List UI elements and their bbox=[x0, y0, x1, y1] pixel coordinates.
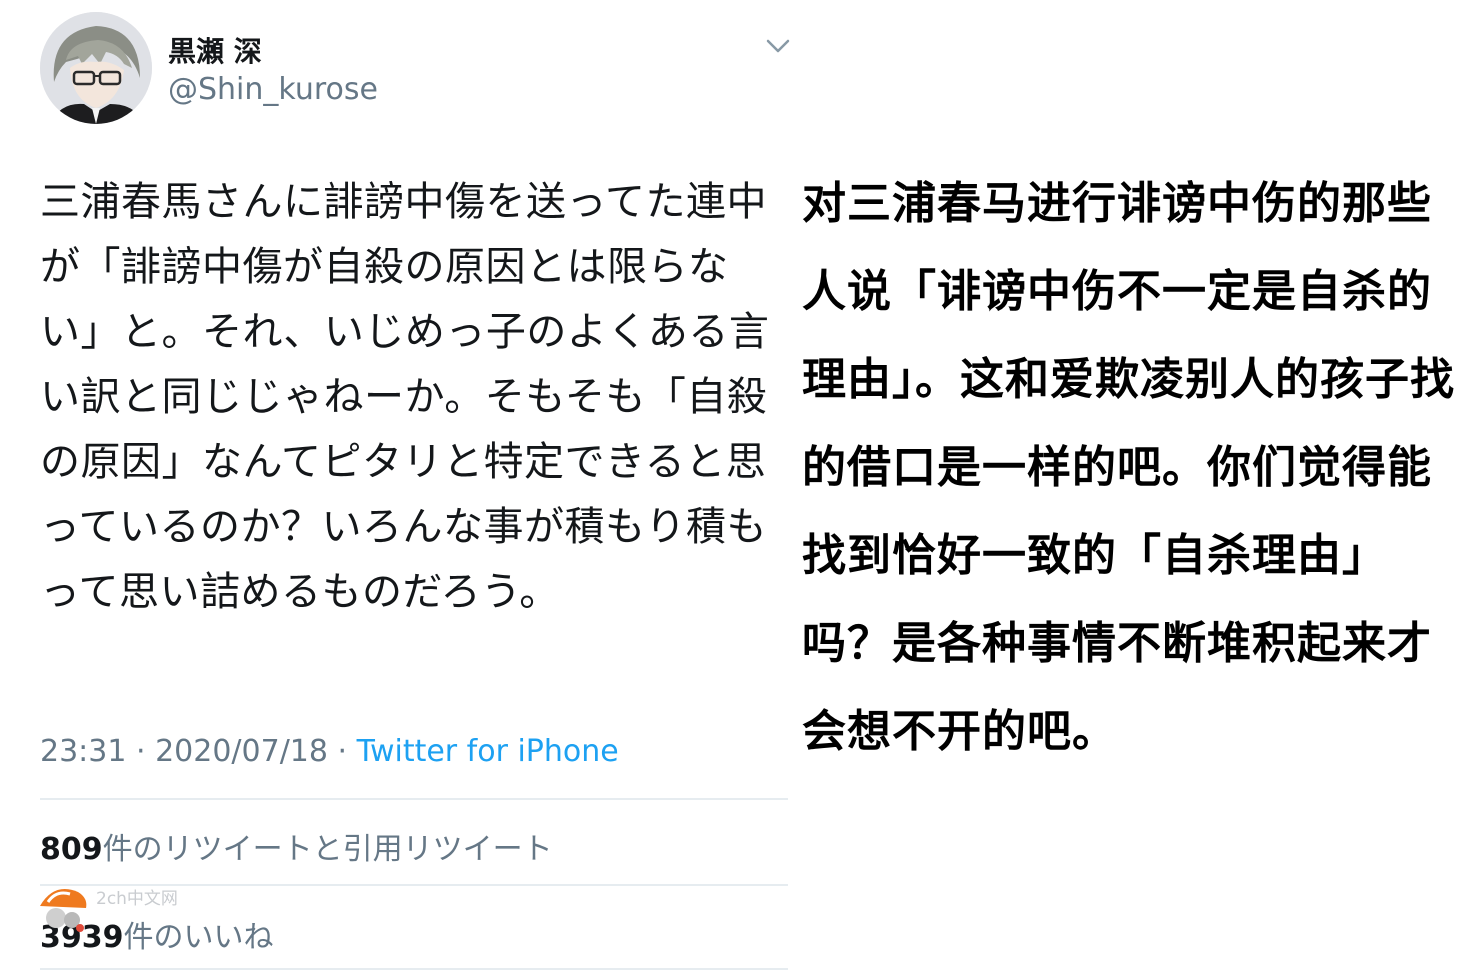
tweet-source-link[interactable]: Twitter for iPhone bbox=[357, 734, 619, 769]
retweet-stat[interactable]: 809件のリツイートと引用リツイート bbox=[40, 824, 553, 868]
like-stat[interactable]: 3939件のいいね bbox=[40, 912, 274, 956]
divider bbox=[40, 968, 788, 970]
user-handle[interactable]: @Shin_kurose bbox=[168, 72, 378, 107]
translation-text: 对三浦春马进行诽谤中伤的那些人说「诽谤中伤不一定是自杀的理由」。这和爱欺凌别人的… bbox=[802, 178, 1455, 757]
divider bbox=[40, 884, 788, 886]
avatar[interactable] bbox=[40, 12, 152, 124]
like-label: 件のいいね bbox=[123, 920, 274, 955]
tweet-card: 黒瀬 深 @Shin_kurose 三浦春馬さんに誹謗中傷を送ってた連中が「誹謗… bbox=[0, 0, 800, 972]
divider bbox=[40, 798, 788, 800]
retweet-label: 件のリツイートと引用リツイート bbox=[102, 832, 553, 867]
tweet-text: 三浦春馬さんに誹謗中傷を送ってた連中が「誹謗中傷が自殺の原因とは限らない」と。そ… bbox=[40, 179, 770, 615]
display-name[interactable]: 黒瀬 深 bbox=[168, 30, 262, 70]
tweet-timestamp[interactable]: 23:31 · 2020/07/18 · bbox=[40, 734, 357, 769]
like-count: 3939 bbox=[40, 920, 124, 955]
retweet-count: 809 bbox=[40, 832, 103, 867]
tweet-meta: 23:31 · 2020/07/18 · Twitter for iPhone bbox=[40, 734, 619, 769]
watermark-text: 2ch中文网 bbox=[96, 889, 178, 909]
chevron-down-icon[interactable] bbox=[764, 36, 792, 56]
